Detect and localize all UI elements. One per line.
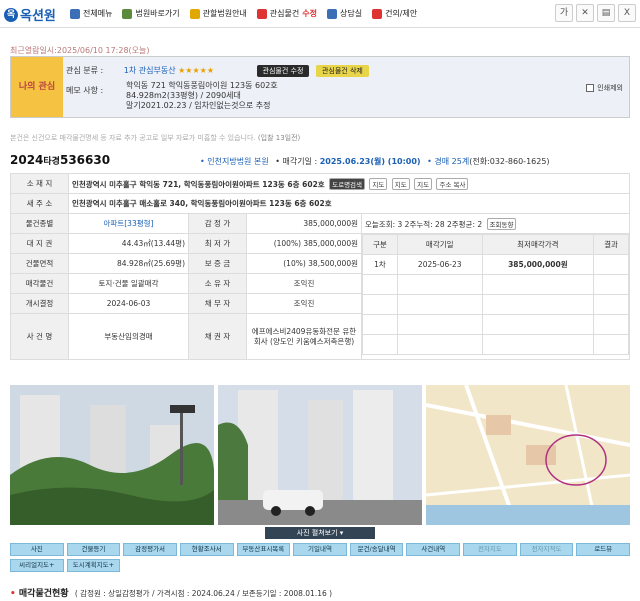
section-title: • 매각물건현황 ( 감정원 : 상일감정평가 / 가격시점 : 2024.06…: [10, 589, 333, 599]
memo-text: 학익동 721 학익동풍림아이원 123동 602호 84.928m2(33평형…: [126, 81, 278, 110]
bid-history-table: 구분 매각기일 최저매각가격 결과 1차 2025-06-23 385,000,000원: [362, 234, 629, 355]
bid-countdown: (입찰 13일전): [257, 134, 301, 142]
notice: 본건은 신건으로 매각물건명세 등 자료 추가 공고로 일부 자료가 미흡할 수…: [10, 134, 301, 142]
menu-item-photo[interactable]: 사진: [10, 543, 64, 556]
menu-item-date-history[interactable]: 기일내역: [293, 543, 347, 556]
logo-icon: 옥: [4, 7, 18, 22]
delete-interest-button[interactable]: 관심물건 삭제: [315, 65, 369, 77]
print-icon[interactable]: ▤: [597, 4, 615, 22]
zoom-icon[interactable]: ✕: [576, 4, 594, 22]
suggest-icon: [372, 8, 383, 19]
map-button-1[interactable]: 지도: [369, 177, 388, 190]
new-address-cell: 인천광역시 미추홀구 매소홀로 340, 학익동풍림아이원아파트 123동 6층…: [68, 193, 630, 214]
nav-consult[interactable]: 상담실: [326, 8, 362, 19]
case-number: 2024타경536630: [10, 153, 111, 167]
map-button-3[interactable]: 지도: [414, 177, 433, 190]
nav-interest[interactable]: 관심물건 수정: [256, 8, 317, 19]
recent-view: 최근열람일시:2025/06/10 17:28(오늘): [10, 46, 150, 55]
chat-icon: [326, 8, 337, 19]
menu-item-case-history[interactable]: 사건내역: [406, 543, 461, 556]
photo-map[interactable]: [426, 385, 630, 525]
menu-item-urban-plan[interactable]: 도시계획지도+: [66, 559, 121, 572]
checkbox-icon: [586, 84, 595, 92]
font-size-button[interactable]: 가: [555, 4, 573, 22]
detail-menu: 사진 건물등기 감정평가서 현황조사서 부동산표시목록 기일내역 문건/송달내역…: [10, 543, 630, 572]
menu-item-building-registry[interactable]: 건물등기: [66, 543, 121, 556]
menu-item-cadastral-map[interactable]: 전자지적도: [519, 543, 574, 556]
view-trend-button[interactable]: 조회동향: [486, 217, 517, 230]
nav-court-link[interactable]: 법원바로가기: [122, 8, 180, 19]
close-icon[interactable]: X: [618, 4, 636, 22]
tools: 가 ✕ ▤ X: [555, 4, 636, 22]
my-interest-box: 나의 관심 관심 분류 : 1차 관심부동산 ★★★★★ 관심물건 수정 관심물…: [10, 56, 630, 118]
nav-all-menu[interactable]: 전체메뉴: [70, 8, 112, 19]
menu-item-survey[interactable]: 현황조사서: [179, 543, 234, 556]
heart-icon: [256, 8, 267, 19]
stars-icon: ★★★★★: [178, 66, 214, 75]
photo-1[interactable]: [10, 385, 214, 525]
table-row: 1차 2025-06-23 385,000,000원: [362, 254, 629, 275]
memo-label: 메모 사항 :: [66, 86, 104, 95]
road-search-button[interactable]: 도로명검색: [329, 177, 366, 190]
view-stats: 오늘조회: 3 2주누적: 28 2주평균: 2 조회동향: [361, 213, 630, 234]
nav-suggest[interactable]: 건의/제안: [372, 8, 417, 19]
menu-item-serial-map[interactable]: 씨리얼지도+: [10, 559, 64, 572]
edit-interest-button[interactable]: 관심물건 수정: [256, 65, 310, 77]
photo-strip: [10, 385, 630, 525]
map-button-2[interactable]: 지도: [391, 177, 410, 190]
court-icon: [122, 8, 133, 19]
nav-court-info[interactable]: 관할법원안내: [189, 8, 247, 19]
menu-item-documents[interactable]: 문건/송달내역: [349, 543, 404, 556]
copy-address-button[interactable]: 주소 복사: [436, 177, 469, 190]
minimum-price: (100%) 385,000,000원: [246, 233, 362, 254]
top-bar: 옥 옥션원 전체메뉴 법원바로가기 관할법원안내 관심물건 수정 상담실 건의/제안…: [0, 0, 640, 28]
address-cell: 인천광역시 미추홀구 학익동 721, 학익동풍림아이원아파트 123동 6층 …: [68, 173, 630, 194]
logo[interactable]: 옥 옥션원: [4, 5, 56, 24]
info-icon: [189, 8, 200, 19]
photo-2[interactable]: [218, 385, 422, 525]
menu-item-appraisal[interactable]: 감정평가서: [123, 543, 177, 556]
my-interest-label: 나의 관심: [11, 57, 63, 117]
case-info: • 인천지방법원 본원 • 매각기일 : 2025.06.23(월) (10:0…: [200, 157, 550, 166]
menu-icon: [70, 8, 80, 19]
category-row: 관심 분류 : 1차 관심부동산 ★★★★★ 관심물건 수정 관심물건 삭제: [66, 65, 369, 77]
print-exclude-checkbox[interactable]: 인쇄제외: [586, 83, 623, 93]
menu-item-roadview[interactable]: 로드뷰: [576, 543, 630, 556]
main-nav: 전체메뉴 법원바로가기 관할법원안내 관심물건 수정 상담실 건의/제안: [70, 8, 417, 19]
menu-item-e-map[interactable]: 전자지도: [463, 543, 517, 556]
expand-photos-button[interactable]: 사진 펼쳐보기 ▾: [265, 527, 375, 539]
property-type: 아파트[33평형]: [68, 213, 189, 234]
property-info-table: 소 재 지 인천광역시 미추홀구 학익동 721, 학익동풍림아이원아파트 12…: [10, 173, 630, 360]
menu-item-property-list[interactable]: 부동산표시목록: [236, 543, 291, 556]
appraisal-value: 385,000,000원: [246, 213, 362, 234]
